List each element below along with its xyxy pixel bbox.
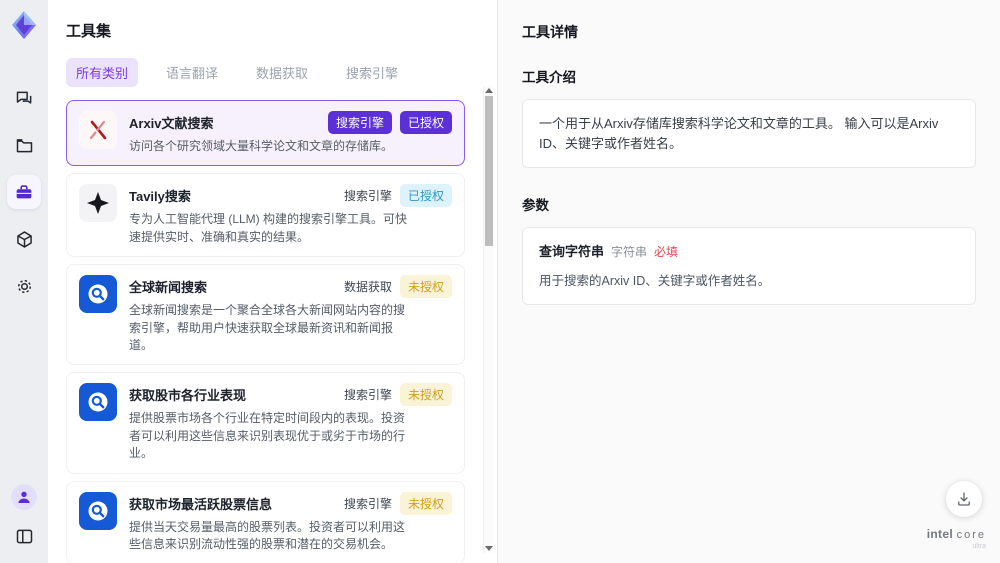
tool-detail-pane: 工具详情 工具介绍 一个用于从Arxiv存储库搜索科学论文和文章的工具。 输入可… [497,0,1000,563]
category-badge: 搜索引擎 [327,111,392,134]
sidebar-item-toolbox-icon[interactable] [7,175,41,209]
tool-card[interactable]: Arxiv文献搜索 搜索引擎 已授权 访问各个研究领域大量科学论文和文章的存储库。 [66,100,465,167]
intel-core-logo: intel core ultra [926,527,986,551]
app-window: 工具集 所有类别 语言翻译 数据获取 搜索引擎 Arxiv文献搜索 搜索引擎 已授权 访问各… [0,0,1000,563]
param-type: 字符串 [611,245,648,259]
tab-1[interactable]: 语言翻译 [156,58,228,87]
tab-2[interactable]: 数据获取 [246,58,318,87]
sidebar-item-gear-icon[interactable] [7,269,41,303]
tool-desc: 全球新闻搜索是一个聚合全球各大新闻网站内容的搜索引擎，帮助用户快速获取全球最新资… [129,303,406,352]
scrollbar-thumb[interactable] [485,96,493,246]
tavily-tool-icon [79,184,117,223]
tool-card[interactable]: 全球新闻搜索 数据获取 未授权全球新闻搜索是一个聚合全球各大新闻网站内容的搜索引擎，… [66,264,465,366]
download-button[interactable] [946,481,982,517]
tab-0[interactable]: 所有类别 [66,58,139,87]
param-required-badge: 必填 [654,245,679,259]
tool-title: Tavily搜索 [129,189,191,205]
category-badge: 搜索引擎 [343,388,392,403]
sidebar-item-folder-icon[interactable] [7,128,41,162]
tool-list-pane: 工具集 所有类别 语言翻译 数据获取 搜索引擎 Arxiv文献搜索 搜索引擎 已授权 访问各… [48,0,497,563]
category-badge: 数据获取 [343,280,392,295]
tool-list: Arxiv文献搜索 搜索引擎 已授权 访问各个研究领域大量科学论文和文章的存储库。 Ta… [66,100,477,563]
tool-desc: 专为人工智能代理 (LLM) 构建的搜索引擎工具。可快速提供实时、准确和真实的结… [129,212,408,244]
tab-3[interactable]: 搜索引擎 [336,58,408,87]
intro-box: 一个用于从Arxiv存储库搜索科学论文和文章的工具。 输入可以是Arxiv ID… [522,99,976,168]
app-logo-icon [8,9,40,41]
scroll-down-icon[interactable] [485,546,493,551]
tool-desc: 提供当天交易量最高的股票列表。投资者可以利用这些信息来识别流动性强的股票和潜在的… [129,519,406,551]
bluesearch-tool-icon [79,275,117,314]
auth-status-badge: 未授权 [399,383,452,407]
user-avatar-icon[interactable] [11,484,37,510]
category-badge: 搜索引擎 [343,189,392,204]
bluesearch-tool-icon [79,491,117,530]
arxiv-tool-icon [79,111,117,149]
tool-title: 全球新闻搜索 [129,280,208,296]
param-desc: 用于搜索的Arxiv ID、关键字或作者姓名。 [539,273,771,288]
tool-title: Arxiv文献搜索 [129,116,214,131]
tool-card[interactable]: 获取市场最活跃股票信息 搜索引擎 未授权提供当天交易量最高的股票列表。投资者可以利用… [66,480,465,563]
auth-status-badge: 未授权 [399,491,452,515]
intro-text: 一个用于从Arxiv存储库搜索科学论文和文章的工具。 输入可以是Arxiv ID… [539,116,939,151]
sidebar-item-chat-icon[interactable] [7,81,41,115]
auth-status-badge: 未授权 [399,275,452,299]
toggle-panel-icon[interactable] [7,519,41,553]
tool-card[interactable]: 获取股市各行业表现 搜索引擎 未授权提供股票市场各个行业在特定时间段内的表现。投资者… [66,372,465,474]
download-icon [958,492,970,506]
category-badge: 搜索引擎 [343,496,392,511]
param-box: 查询字符串 字符串 必填 用于搜索的Arxiv ID、关键字或作者姓名。 [522,227,976,306]
tool-desc: 访问各个研究领域大量科学论文和文章的存储库。 [129,139,394,153]
bluesearch-tool-icon [79,383,117,422]
auth-status-badge: 已授权 [399,184,452,208]
params-heading: 参数 [522,198,549,213]
page-title: 工具集 [66,23,112,40]
tool-card[interactable]: Tavily搜索 搜索引擎 已授权专为人工智能代理 (LLM) 构建的搜索引擎工具。… [66,173,465,258]
param-name: 查询字符串 [539,244,605,259]
tool-desc: 提供股票市场各个行业在特定时间段内的表现。投资者可以利用这些信息来识别表现优于或… [129,411,406,461]
detail-title: 工具详情 [522,24,578,40]
scroll-up-icon[interactable] [485,88,493,93]
category-tabs: 所有类别 语言翻译 数据获取 搜索引擎 [66,58,477,87]
tool-title: 获取股市各行业表现 [129,388,247,404]
tool-title: 获取市场最活跃股票信息 [129,496,273,512]
sidebar-item-cube-icon[interactable] [7,222,41,256]
list-scrollbar[interactable] [483,86,493,553]
icon-sidebar [0,0,48,563]
intro-heading: 工具介绍 [522,70,576,85]
auth-status-badge: 已授权 [399,111,452,134]
